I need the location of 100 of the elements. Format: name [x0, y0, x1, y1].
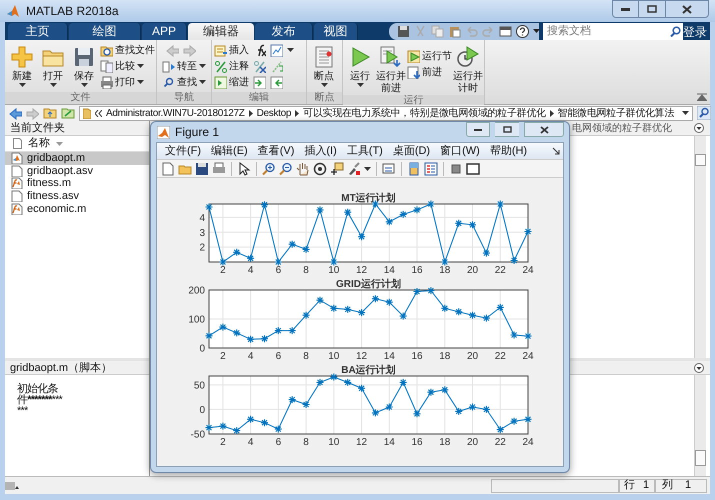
dock-icon[interactable] [552, 147, 560, 155]
caret-icon [137, 64, 144, 68]
data-marker [358, 384, 366, 392]
indent-icon[interactable] [253, 76, 266, 88]
toolstrip-tab[interactable]: 主页 [8, 23, 68, 40]
menu-item[interactable]: 帮助(H) [484, 142, 532, 160]
printer-icon[interactable] [212, 162, 226, 176]
maximize-button[interactable] [639, 0, 665, 18]
ribbon-button[interactable]: 注释 [214, 58, 249, 74]
axis-tick-label: 50 [194, 380, 205, 392]
ribbon-button[interactable]: 断点 [309, 42, 339, 87]
data-marker [468, 220, 477, 229]
menu-item[interactable]: 窗口(W) [435, 142, 485, 160]
ribbon-button[interactable]: 前进 [407, 64, 452, 80]
path-segment[interactable]: 智能微电网粒子群优化算法 [558, 106, 674, 120]
ribbon-button[interactable]: 运行并前进 [376, 42, 406, 95]
save-icon[interactable] [397, 24, 410, 38]
toolstrip-tab[interactable]: 编辑器 [188, 23, 254, 40]
browse-folder-icon[interactable] [61, 107, 75, 119]
axis-tick-label: -50 [190, 430, 205, 440]
outdent-icon[interactable] [270, 76, 283, 88]
menu-item[interactable]: 文件(F) [160, 142, 206, 160]
menu-item[interactable]: 工具(T) [342, 142, 388, 160]
ribbon-button[interactable]: 转至 [162, 58, 206, 74]
search-button[interactable] [667, 22, 683, 40]
address-field[interactable]: Administrator.WIN7U-20180127Z Desktop 可以实现在电力系统中，特别是微电网领域的粒子群优化 智能微电网粒子群优化算法 [79, 106, 694, 120]
toolstrip-tab[interactable]: APP [142, 23, 187, 40]
new-file-icon[interactable] [161, 162, 175, 176]
data-marker [204, 424, 214, 432]
ribbon-button[interactable]: 运行节 [407, 48, 452, 64]
chart-icon[interactable] [270, 44, 283, 56]
path-segment[interactable]: Administrator.WIN7U-20180127Z [106, 106, 245, 120]
ribbon-button[interactable]: 缩进 [214, 74, 249, 90]
close-button[interactable] [665, 0, 709, 18]
ribbon-button[interactable]: 运行 [345, 42, 375, 87]
menu-item[interactable]: 插入(I) [299, 142, 342, 160]
ribbon-button[interactable]: 新建 [7, 42, 37, 87]
file-row[interactable]: gridbaopt.m [5, 152, 149, 165]
ribbon-button[interactable]: 保存 [69, 42, 99, 87]
panel-menu-icon[interactable] [694, 123, 704, 133]
ribbon-button[interactable]: 查找文件 [100, 42, 155, 58]
data-marker [412, 410, 422, 418]
path-segment[interactable]: 可以实现在电力系统中，特别是微电网领域的粒子群优化 [303, 106, 546, 120]
rotate-icon[interactable] [313, 162, 327, 176]
menu-item[interactable]: 编辑(E) [206, 142, 253, 160]
back-arrow-icon[interactable] [9, 106, 22, 120]
ribbon-button[interactable]: 插入 [214, 42, 249, 58]
ribbon-button[interactable]: 比较 [100, 58, 155, 74]
data-marker [344, 305, 352, 314]
file-row[interactable]: fitness.asv [5, 190, 149, 202]
toolstrip-tab[interactable]: 绘图 [69, 23, 141, 40]
file-row[interactable]: fitness.m [5, 177, 149, 190]
scrollbar[interactable] [694, 136, 706, 358]
menu-item[interactable]: 查看(V) [252, 142, 300, 160]
uncomment-icon[interactable] [253, 60, 266, 72]
wrap-comment-icon[interactable] [270, 60, 283, 72]
path-segment[interactable]: Desktop [256, 106, 292, 120]
save-icon[interactable] [195, 162, 209, 176]
zoom-in-icon[interactable] [262, 162, 276, 176]
colorbar-icon[interactable] [407, 162, 421, 176]
axis-tick-label: 22 [494, 351, 506, 362]
search-field[interactable]: 搜索文档 [543, 22, 667, 40]
minimize-button[interactable] [466, 122, 490, 137]
file-row[interactable]: economic.m [5, 202, 149, 215]
caret-icon [18, 83, 26, 87]
close-button[interactable] [524, 122, 564, 137]
square-icon[interactable] [449, 162, 463, 176]
axis-tick-label: 2 [199, 242, 205, 254]
scrollbar[interactable] [694, 375, 706, 476]
menu-item[interactable]: 桌面(D) [388, 142, 436, 160]
help-icon[interactable] [516, 24, 529, 38]
hand-icon[interactable] [296, 162, 310, 176]
data-cursor-icon[interactable] [330, 162, 344, 176]
window-icon[interactable] [499, 24, 512, 38]
function-file-icon [11, 177, 23, 190]
minimize-button[interactable] [612, 0, 639, 18]
axis-tick-label: 18 [439, 265, 450, 276]
legend-icon[interactable] [424, 162, 438, 176]
search-icon[interactable] [697, 106, 712, 120]
brush-icon[interactable] [347, 162, 361, 176]
zoom-out-icon[interactable] [279, 162, 293, 176]
panel-menu-icon[interactable] [694, 362, 704, 372]
sign-in-button[interactable]: 登录 [683, 22, 707, 40]
maximize-button[interactable] [495, 122, 519, 137]
window-frame-icon[interactable] [466, 162, 480, 176]
link-plot-icon[interactable] [382, 162, 396, 176]
paste-icon[interactable] [448, 24, 461, 38]
toolstrip-tab[interactable]: 发布 [255, 23, 313, 40]
toolstrip-tab[interactable]: 视图 [314, 23, 358, 40]
ribbon-button[interactable]: 打开 [38, 42, 68, 87]
ribbon-button[interactable]: 运行并计时 [453, 42, 483, 95]
file-row[interactable]: gridbaopt.asv [5, 164, 149, 178]
resize-grip-icon[interactable] [5, 481, 19, 490]
pointer-icon[interactable] [237, 162, 251, 176]
data-marker [260, 334, 269, 343]
ribbon-button[interactable]: 打印 [100, 74, 155, 90]
column-header[interactable]: 名称 [28, 135, 50, 152]
collapse-icon[interactable] [697, 93, 707, 101]
ribbon-button[interactable]: 查找 [162, 74, 206, 90]
up-folder-icon[interactable] [43, 107, 57, 119]
